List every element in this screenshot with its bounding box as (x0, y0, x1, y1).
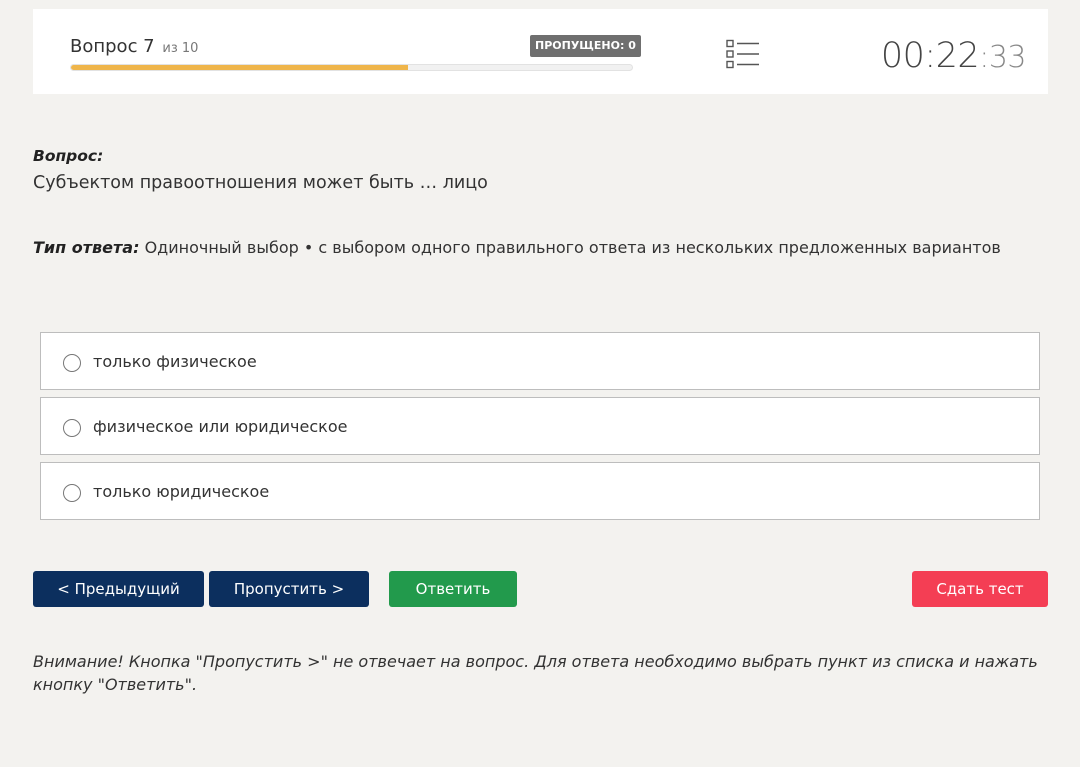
answer-button[interactable]: Ответить (389, 571, 517, 607)
skip-button[interactable]: Пропустить > (209, 571, 369, 607)
radio-button[interactable] (63, 354, 81, 372)
answer-type: Тип ответа: Одиночный выбор • с выбором … (33, 238, 1063, 257)
answer-type-label: Тип ответа: (33, 238, 140, 257)
progress-bar (70, 64, 633, 71)
progress-fill (71, 65, 408, 70)
warning-note: Внимание! Кнопка "Пропустить >" не отвеч… (33, 652, 1038, 694)
option-label: только физическое (93, 352, 257, 371)
option-label: физическое или юридическое (93, 417, 348, 436)
question-label: Вопрос: (33, 147, 104, 165)
option-label: только юридическое (93, 482, 270, 501)
option-only-legal[interactable]: только юридическое (40, 462, 1040, 520)
radio-button[interactable] (63, 419, 81, 437)
timer-colon: : (979, 40, 989, 75)
submit-test-button[interactable]: Сдать тест (912, 571, 1048, 607)
timer-main: 00:22 (880, 36, 980, 76)
timer-seconds: 33 (988, 40, 1027, 75)
question-number: Вопрос 7 (70, 36, 155, 57)
question-total: из 10 (162, 41, 199, 56)
timer: 00:22:33 (880, 36, 1027, 76)
answer-type-text: Одиночный выбор • с выбором одного прави… (144, 238, 1001, 257)
previous-button[interactable]: < Предыдущий (33, 571, 204, 607)
list-icon[interactable] (726, 39, 760, 69)
question-text: Субъектом правоотношения может быть … ли… (33, 173, 488, 193)
radio-button[interactable] (63, 484, 81, 502)
option-only-physical[interactable]: только физическое (40, 332, 1040, 390)
test-header: Вопрос 7 из 10 ПРОПУЩЕНО: 0 00:22:33 (33, 9, 1048, 94)
skipped-badge: ПРОПУЩЕНО: 0 (530, 35, 641, 57)
option-physical-or-legal[interactable]: физическое или юридическое (40, 397, 1040, 455)
question-counter: Вопрос 7 из 10 (70, 36, 198, 57)
